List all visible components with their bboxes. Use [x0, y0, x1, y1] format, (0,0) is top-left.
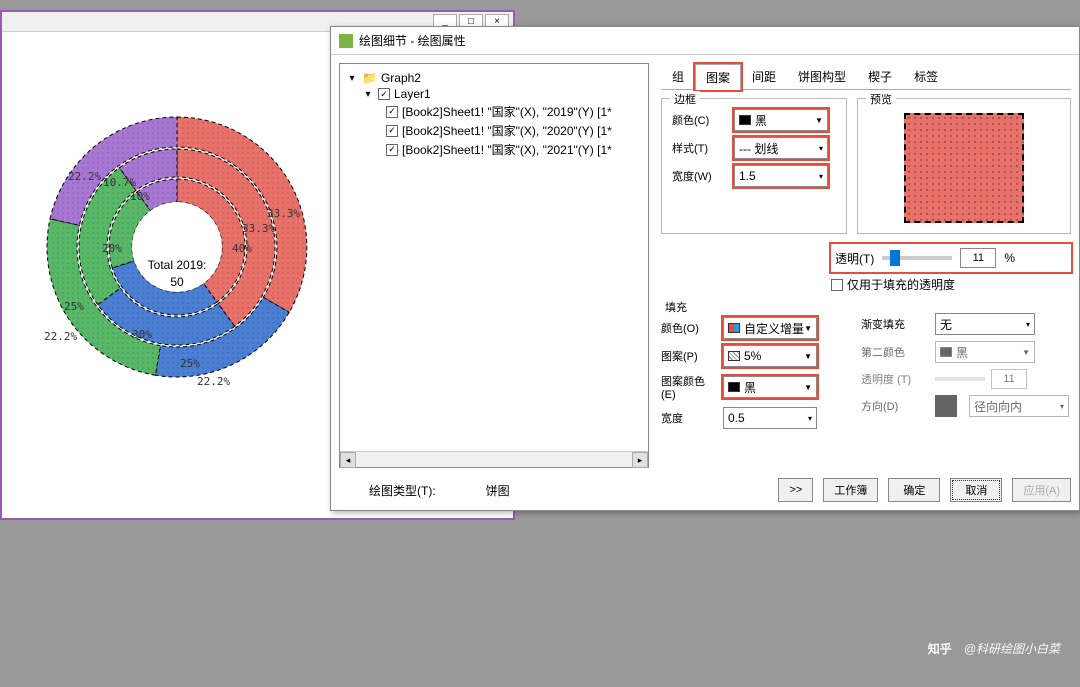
- pct-label: 22.2%: [44, 330, 77, 343]
- border-style-label: 样式(T): [672, 140, 728, 156]
- checkbox-icon[interactable]: ✓: [386, 144, 398, 156]
- fill-fieldset: 填充 颜色(O) 自定义增量▼ 图案(P) 5%▼ 图案颜色(E) 黑▼ 宽度: [661, 307, 847, 441]
- pct-label: 40%: [232, 242, 252, 255]
- watermark-text: @科研绘图小白菜: [964, 640, 1060, 657]
- border-width-label: 宽度(W): [672, 168, 728, 184]
- pct-label: 10%: [130, 190, 150, 203]
- expand-button[interactable]: >>: [778, 478, 813, 502]
- pct-label: 25%: [64, 300, 84, 313]
- tree-layer[interactable]: ▾ ✓ Layer1: [346, 86, 642, 102]
- tab-bar: 组 图案 间距 饼图构型 楔子 标签: [661, 63, 1071, 90]
- dialog-titlebar[interactable]: 绘图细节 - 绘图属性: [331, 27, 1079, 55]
- transparency-row: 透明(T) %: [831, 244, 1071, 272]
- gradient-transparency-input[interactable]: [991, 369, 1027, 389]
- dialog-title: 绘图细节 - 绘图属性: [359, 32, 466, 49]
- plot-details-dialog: 绘图细节 - 绘图属性 ▾ 📁 Graph2 ▾ ✓ Layer1 ✓ [Boo…: [330, 26, 1080, 511]
- pct-label: 30%: [132, 328, 152, 341]
- gradient-mode-combo[interactable]: 无▾: [935, 313, 1035, 335]
- cancel-button[interactable]: 取消: [950, 478, 1002, 502]
- chevron-down-icon[interactable]: ▾: [362, 88, 374, 100]
- gradient-column: 渐变填充 无▾ 第二颜色 黑▼ 透明度 (T) 方向(D): [861, 299, 1071, 441]
- fill-width-combo[interactable]: 0.5▾: [723, 407, 817, 429]
- tab-pie-geometry[interactable]: 饼图构型: [787, 63, 857, 89]
- pct-label: 33.3%: [242, 222, 275, 235]
- tab-label[interactable]: 标签: [903, 63, 949, 89]
- tab-spacing[interactable]: 间距: [741, 63, 787, 89]
- plot-type-label: 绘图类型(T):: [369, 482, 436, 499]
- border-color-combo[interactable]: 黑▼: [734, 109, 828, 131]
- border-fieldset: 边框 颜色(C) 黑▼ 样式(T) --- 划线▾ 宽度(W) 1.5▾: [661, 98, 847, 234]
- zhihu-logo: 知乎: [928, 640, 952, 657]
- transparency-input[interactable]: [960, 248, 996, 268]
- fill-only-label: 仅用于填充的透明度: [847, 276, 955, 293]
- center-line1: Total 2019:: [92, 257, 262, 274]
- border-color-label: 颜色(C): [672, 112, 728, 128]
- tab-group[interactable]: 组: [661, 63, 695, 89]
- pct-label: 22.2%: [68, 170, 101, 183]
- gradient-transparency-slider[interactable]: [935, 377, 985, 381]
- transparency-label: 透明(T): [835, 250, 874, 267]
- layer-tree-panel: ▾ 📁 Graph2 ▾ ✓ Layer1 ✓ [Book2]Sheet1! "…: [339, 63, 649, 468]
- tree-plot-item[interactable]: ✓ [Book2]Sheet1! "国家"(X), "2019"(Y) [1*: [346, 102, 642, 121]
- checkbox-icon[interactable]: ✓: [386, 125, 398, 137]
- tree-plot-item[interactable]: ✓ [Book2]Sheet1! "国家"(X), "2020"(Y) [1*: [346, 121, 642, 140]
- fill-color-combo[interactable]: 自定义增量▼: [723, 317, 817, 339]
- tree-plot-item[interactable]: ✓ [Book2]Sheet1! "国家"(X), "2021"(Y) [1*: [346, 140, 642, 159]
- tab-pattern[interactable]: 图案: [695, 64, 741, 90]
- fill-pattern-color-combo[interactable]: 黑▼: [723, 376, 817, 398]
- tree-root[interactable]: ▾ 📁 Graph2: [346, 70, 642, 86]
- fill-pattern-combo[interactable]: 5%▼: [723, 345, 817, 367]
- border-width-combo[interactable]: 1.5▾: [734, 165, 828, 187]
- second-color-combo[interactable]: 黑▼: [935, 341, 1035, 363]
- preview-fieldset: 预览: [857, 98, 1071, 234]
- transparency-slider[interactable]: [882, 256, 952, 260]
- folder-icon: 📁: [362, 71, 377, 85]
- properties-panel: 组 图案 间距 饼图构型 楔子 标签 边框 颜色(C) 黑▼ 样式(T) ---…: [649, 55, 1079, 468]
- pct-label: 33.3%: [267, 207, 300, 220]
- tree-hscrollbar[interactable]: ◂ ▸: [340, 451, 648, 467]
- scroll-left-icon[interactable]: ◂: [340, 452, 356, 468]
- workbook-button[interactable]: 工作簿: [823, 478, 878, 502]
- direction-chip: [935, 395, 957, 417]
- percent-label: %: [1004, 251, 1015, 265]
- watermark: 知乎 @科研绘图小白菜: [928, 640, 1060, 657]
- pct-label: 22.2%: [197, 375, 230, 388]
- nested-donut-chart: [22, 92, 332, 402]
- chart-center-label: Total 2019: 50: [92, 257, 262, 291]
- chevron-down-icon[interactable]: ▾: [346, 72, 358, 84]
- dialog-icon: [339, 34, 353, 48]
- dialog-footer: 绘图类型(T): 饼图 >> 工作簿 确定 取消 应用(A): [339, 478, 1071, 502]
- pct-label: 25%: [180, 357, 200, 370]
- apply-button[interactable]: 应用(A): [1012, 478, 1071, 502]
- direction-combo[interactable]: 径向向内▾: [969, 395, 1069, 417]
- pct-label: 10.7%: [103, 176, 136, 189]
- checkbox-icon[interactable]: ✓: [378, 88, 390, 100]
- fill-only-checkbox[interactable]: [831, 279, 843, 291]
- pct-label: 20%: [102, 242, 122, 255]
- scroll-right-icon[interactable]: ▸: [632, 452, 648, 468]
- checkbox-icon[interactable]: ✓: [386, 106, 398, 118]
- center-line2: 50: [92, 274, 262, 291]
- tab-wedge[interactable]: 楔子: [857, 63, 903, 89]
- plot-type-value: 饼图: [486, 482, 510, 499]
- ok-button[interactable]: 确定: [888, 478, 940, 502]
- preview-swatch: [904, 113, 1024, 223]
- border-style-combo[interactable]: --- 划线▾: [734, 137, 828, 159]
